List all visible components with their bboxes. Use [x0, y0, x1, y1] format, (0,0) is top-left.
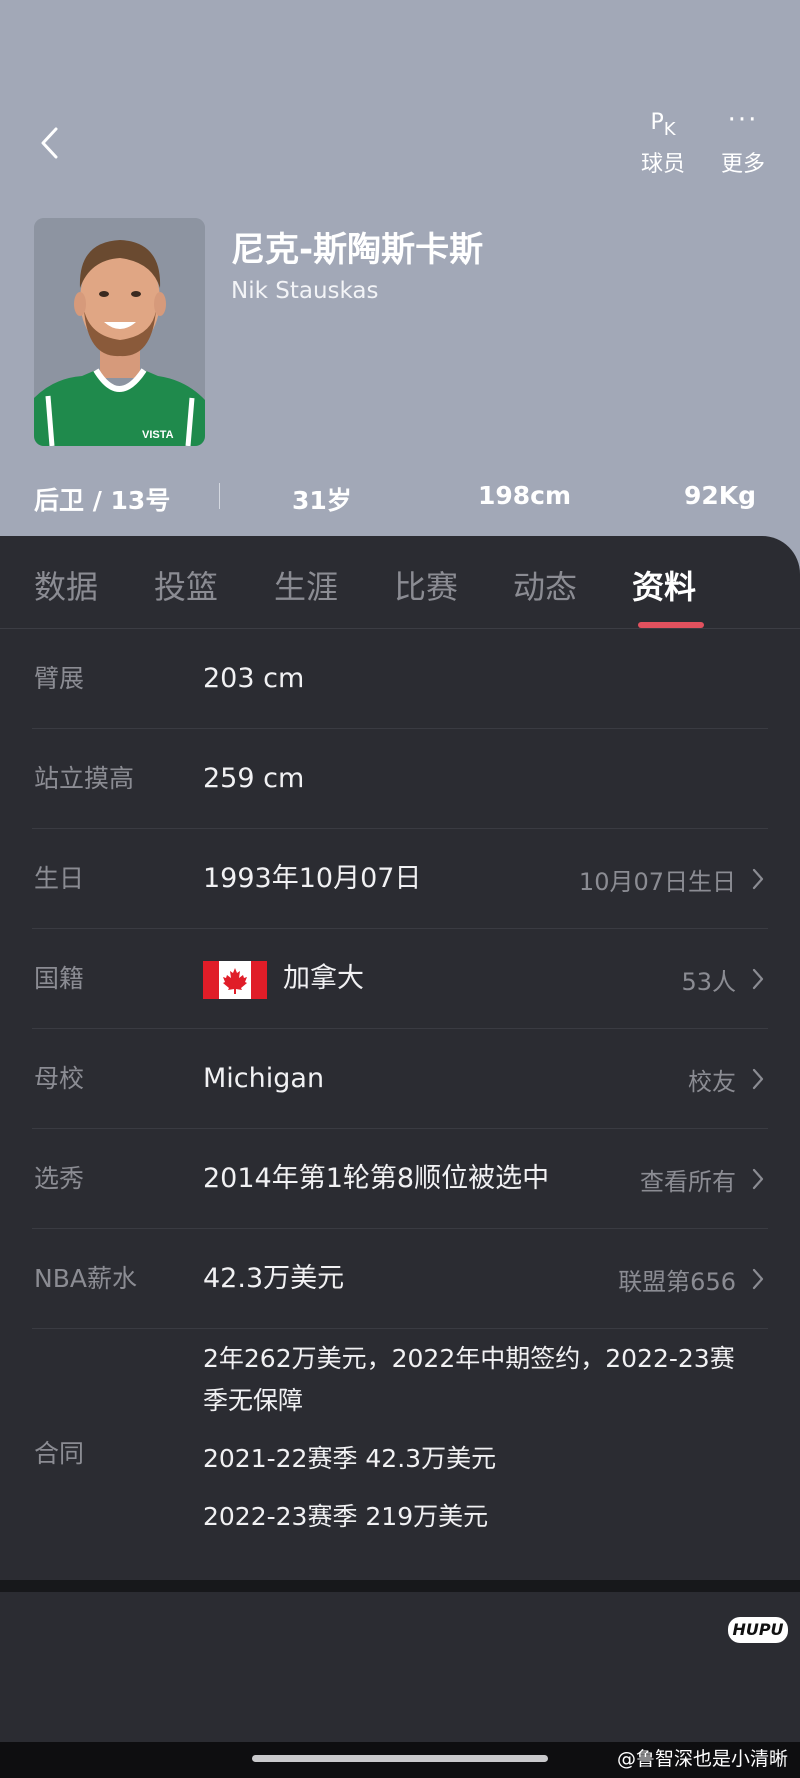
player-weight: 92Kg — [684, 481, 757, 510]
player-stats-row: 后卫 / 13号 31岁 198cm 92Kg — [0, 475, 800, 515]
chevron-left-icon — [41, 127, 58, 159]
stats-divider — [219, 483, 220, 509]
contract-line: 2021-22赛季 42.3万美元 — [203, 1444, 497, 1473]
position-number: 后卫 / 13号 — [34, 486, 171, 515]
wingspan-label: 臂展 — [34, 664, 85, 693]
row-draft[interactable]: 选秀 2014年第1轮第8顺位被选中 查看所有 — [0, 1129, 800, 1229]
tab-shooting[interactable]: 投篮 — [154, 562, 218, 608]
contract-line: 2022-23赛季 219万美元 — [203, 1502, 489, 1531]
tab-bar: 数据 投篮 生涯 比赛 动态 资料 — [0, 536, 800, 629]
college-link[interactable]: 校友 — [688, 1029, 764, 1129]
draft-link-text: 查看所有 — [640, 1167, 736, 1196]
birthday-link-text: 10月07日生日 — [578, 867, 736, 896]
pk-icon: PK — [650, 109, 676, 140]
chevron-right-icon — [752, 1068, 764, 1090]
standing-reach-value: 259 cm — [203, 763, 305, 794]
player-age: 31岁 — [292, 486, 352, 515]
tab-profile[interactable]: 资料 — [632, 562, 696, 608]
nationality-label: 国籍 — [34, 964, 85, 993]
player-photo: VISTA — [34, 218, 205, 446]
player-height: 198cm — [478, 481, 572, 510]
standing-reach-label: 站立摸高 — [34, 764, 135, 793]
watermark-text: @鲁智深也是小清晰 — [616, 1748, 788, 1770]
row-college[interactable]: 母校 Michigan 校友 — [0, 1029, 800, 1129]
player-name-cn: 尼克-斯陶斯卡斯 — [231, 230, 484, 270]
contract-line: 季无保障 — [203, 1386, 304, 1415]
college-value: Michigan — [203, 1063, 325, 1094]
nationality-value: 加拿大 — [283, 963, 364, 994]
chevron-right-icon — [752, 1168, 764, 1190]
birthday-value: 1993年10月07日 — [203, 863, 422, 894]
more-icon: ··· — [727, 105, 759, 135]
canada-flag-icon — [203, 961, 267, 999]
back-button[interactable] — [28, 118, 72, 168]
pk-button[interactable]: PK 球员 — [628, 108, 698, 178]
pk-button-label: 球员 — [640, 152, 685, 177]
row-wingspan: 臂展 203 cm — [0, 629, 800, 729]
tab-games[interactable]: 比赛 — [394, 562, 458, 608]
row-nationality[interactable]: 国籍 加拿大 53人 — [0, 929, 800, 1029]
college-label: 母校 — [34, 1064, 85, 1093]
draft-value: 2014年第1轮第8顺位被选中 — [203, 1163, 550, 1194]
player-header: PK 球员 ··· 更多 VISTA 尼克-斯陶斯卡斯 Nik Stauskas… — [0, 0, 800, 600]
salary-value: 42.3万美元 — [203, 1263, 345, 1294]
chevron-right-icon — [752, 968, 764, 990]
contract-label: 合同 — [34, 1439, 85, 1468]
row-salary[interactable]: NBA薪水 42.3万美元 联盟第656 — [0, 1229, 800, 1329]
birthday-link[interactable]: 10月07日生日 — [579, 829, 764, 929]
home-indicator[interactable] — [252, 1755, 548, 1762]
row-contract: 合同 2年262万美元，2022年中期签约，2022-23赛 季无保障 2021… — [0, 1326, 800, 1582]
nationality-link-text: 53人 — [681, 967, 736, 996]
bottom-area — [0, 1592, 800, 1742]
tab-stats[interactable]: 数据 — [34, 562, 98, 608]
chevron-right-icon — [752, 868, 764, 890]
footer-divider — [0, 1580, 800, 1592]
player-name-en: Nik Stauskas — [231, 278, 379, 304]
salary-link-text: 联盟第656 — [618, 1267, 736, 1296]
salary-link[interactable]: 联盟第656 — [618, 1229, 764, 1329]
college-link-text: 校友 — [688, 1067, 736, 1096]
more-button-label: 更多 — [720, 152, 765, 177]
row-birthday[interactable]: 生日 1993年10月07日 10月07日生日 — [0, 829, 800, 929]
row-standing-reach: 站立摸高 259 cm — [0, 729, 800, 829]
nationality-link[interactable]: 53人 — [681, 929, 764, 1029]
more-button[interactable]: ··· 更多 — [708, 105, 778, 178]
content-panel: 数据 投篮 生涯 比赛 动态 资料 臂展 203 cm 站立摸高 259 cm … — [0, 536, 800, 1580]
draft-label: 选秀 — [34, 1164, 85, 1193]
tab-career[interactable]: 生涯 — [274, 562, 338, 608]
birthday-label: 生日 — [34, 864, 85, 893]
jersey-sponsor: VISTA — [142, 429, 174, 441]
draft-link[interactable]: 查看所有 — [640, 1129, 764, 1229]
hupu-logo: HUPU — [728, 1617, 788, 1643]
salary-label: NBA薪水 — [34, 1264, 137, 1293]
contract-line: 2年262万美元，2022年中期签约，2022-23赛 — [203, 1344, 735, 1373]
wingspan-value: 203 cm — [203, 663, 305, 694]
tab-news[interactable]: 动态 — [513, 562, 577, 608]
chevron-right-icon — [752, 1268, 764, 1290]
